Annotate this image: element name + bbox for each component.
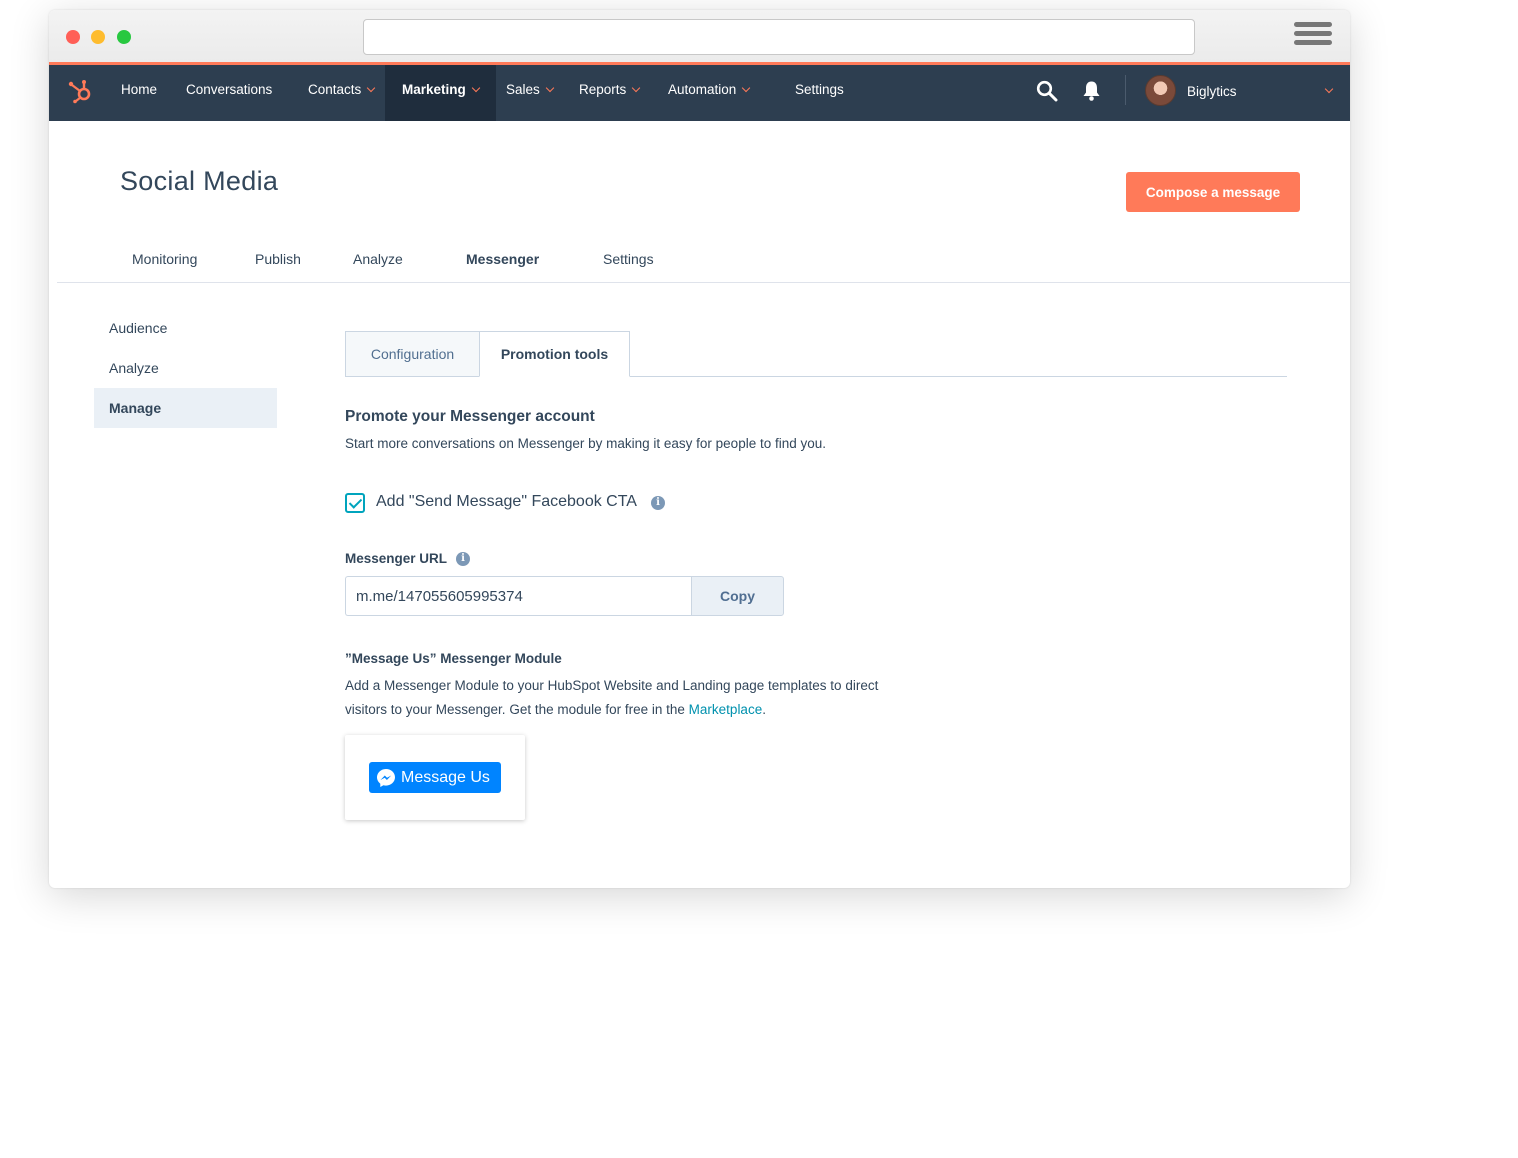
search-icon[interactable] <box>1036 80 1058 102</box>
chevron-down-icon <box>742 83 751 93</box>
message-us-button[interactable]: Message Us <box>369 762 501 793</box>
tab-analyze[interactable]: Analyze <box>353 251 403 267</box>
chevron-down-icon <box>545 83 555 93</box>
avatar[interactable] <box>1145 75 1176 106</box>
nav-marketing-label: Marketing <box>402 82 466 97</box>
info-icon[interactable]: i <box>651 496 665 510</box>
module-description: Add a Messenger Module to your HubSpot W… <box>345 674 905 722</box>
promote-heading: Promote your Messenger account <box>345 408 595 425</box>
nav-conversations-label: Conversations <box>186 82 273 97</box>
nav-marketing[interactable]: Marketing <box>385 65 496 121</box>
chevron-down-icon <box>471 83 481 93</box>
hubspot-logo-icon[interactable] <box>67 78 93 104</box>
tab-publish[interactable]: Publish <box>255 251 301 267</box>
module-description-end: . <box>762 702 766 717</box>
message-us-preview: Message Us <box>345 735 525 820</box>
messenger-icon <box>377 769 395 787</box>
chevron-down-icon <box>632 83 641 93</box>
nav-reports[interactable]: Reports <box>579 65 641 121</box>
info-icon[interactable]: i <box>456 552 470 566</box>
nav-contacts-label: Contacts <box>308 82 362 97</box>
send-message-cta-checkbox[interactable] <box>345 493 365 513</box>
nav-settings-label: Settings <box>795 82 844 97</box>
subtab-configuration[interactable]: Configuration <box>345 331 480 377</box>
chevron-down-icon <box>367 83 376 93</box>
browser-chrome <box>49 10 1350 62</box>
nav-contacts[interactable]: Contacts <box>308 65 376 121</box>
messenger-url-label: Messenger URL <box>345 551 448 566</box>
subtab-promotion-tools[interactable]: Promotion tools <box>479 331 630 377</box>
nav-reports-label: Reports <box>579 82 627 97</box>
compose-message-button[interactable]: Compose a message <box>1126 172 1300 212</box>
tab-settings[interactable]: Settings <box>603 251 654 267</box>
maximize-window-button[interactable] <box>117 30 131 44</box>
sidebar-item-analyze[interactable]: Analyze <box>94 348 277 388</box>
marketplace-link[interactable]: Marketplace <box>689 702 763 717</box>
promote-description: Start more conversations on Messenger by… <box>345 436 826 451</box>
nav-sales-label: Sales <box>506 82 540 97</box>
tabs-divider <box>57 282 1350 283</box>
nav-automation-label: Automation <box>668 82 737 97</box>
top-navbar: Home Conversations Contacts Marketing Sa… <box>49 62 1350 121</box>
browser-window: Home Conversations Contacts Marketing Sa… <box>49 10 1350 888</box>
bell-icon[interactable] <box>1082 80 1101 102</box>
browser-menu-icon[interactable] <box>1294 22 1332 48</box>
tab-messenger[interactable]: Messenger <box>466 251 539 267</box>
sidebar-item-manage[interactable]: Manage <box>94 388 277 428</box>
message-us-label: Message Us <box>401 769 490 786</box>
page-title: Social Media <box>120 166 279 196</box>
nav-settings[interactable]: Settings <box>795 65 844 121</box>
nav-home-label: Home <box>121 82 158 97</box>
sidebar-item-audience[interactable]: Audience <box>94 308 277 348</box>
cta-checkbox-label[interactable]: Add "Send Message" Facebook CTA <box>376 493 637 511</box>
minimize-window-button[interactable] <box>91 30 105 44</box>
address-bar[interactable] <box>363 19 1195 55</box>
close-window-button[interactable] <box>66 30 80 44</box>
nav-conversations[interactable]: Conversations <box>186 65 272 121</box>
nav-home[interactable]: Home <box>121 65 157 121</box>
tab-monitoring[interactable]: Monitoring <box>132 251 197 267</box>
account-name[interactable]: Biglytics <box>1187 65 1237 118</box>
nav-automation[interactable]: Automation <box>668 65 751 121</box>
messenger-url-input[interactable] <box>345 576 692 616</box>
nav-sales[interactable]: Sales <box>506 65 555 121</box>
module-description-text: Add a Messenger Module to your HubSpot W… <box>345 678 879 717</box>
nav-divider <box>1125 75 1126 105</box>
module-title: ”Message Us” Messenger Module <box>345 651 562 666</box>
account-chevron-down-icon[interactable] <box>1324 84 1334 94</box>
copy-button[interactable]: Copy <box>691 576 784 616</box>
main-tabs: Monitoring Publish Analyze Messenger Set… <box>49 245 1350 283</box>
